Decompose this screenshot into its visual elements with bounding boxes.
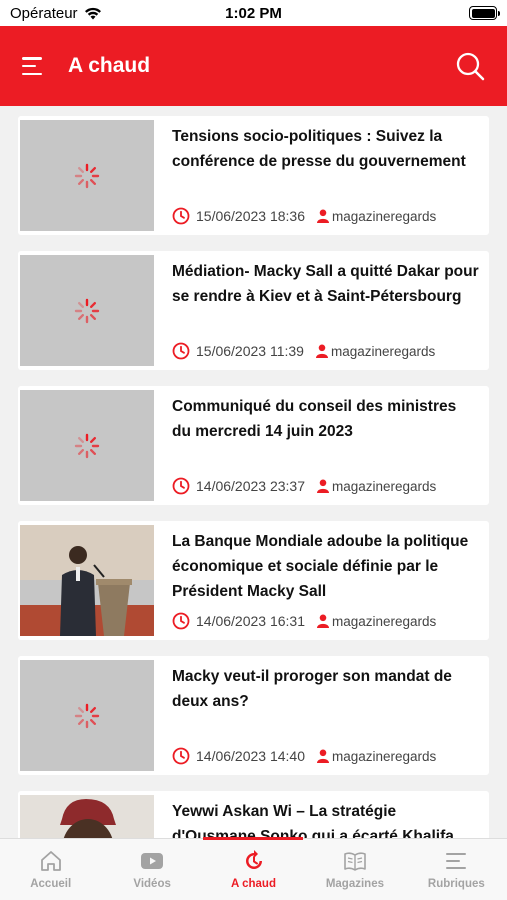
status-bar: Opérateur 1:02 PM	[0, 0, 507, 26]
wifi-icon	[84, 7, 101, 19]
article-card[interactable]: Communiqué du conseil des ministres du m…	[18, 386, 489, 505]
article-thumbnail	[20, 255, 154, 366]
tab-label: Accueil	[30, 878, 72, 890]
bottom-tab-bar: Accueil Vidéos A chaud Magazines Rubriqu…	[0, 837, 507, 900]
search-icon[interactable]	[455, 51, 485, 81]
article-title: Communiqué du conseil des ministres du m…	[172, 398, 457, 440]
clock-icon	[172, 477, 190, 495]
loading-spinner-icon	[74, 433, 100, 458]
article-date: 14/06/2023 14:40	[196, 748, 305, 764]
active-tab-indicator	[203, 837, 303, 840]
clock-icon	[172, 342, 190, 360]
article-photo	[20, 795, 154, 838]
loading-spinner-icon	[74, 703, 100, 728]
tab-label: Vidéos	[133, 878, 171, 890]
article-title: Macky veut-il proroger son mandat de deu…	[172, 668, 452, 710]
article-meta: 15/06/2023 11:39 magazineregards	[172, 342, 479, 360]
loading-spinner-icon	[74, 298, 100, 323]
home-icon	[40, 851, 61, 871]
article-title: La Banque Mondiale adoube la politique é…	[172, 533, 469, 600]
article-author: magazineregards	[332, 613, 437, 629]
article-card[interactable]: Médiation- Macky Sall a quitté Dakar pou…	[18, 251, 489, 370]
carrier-info: Opérateur	[10, 5, 102, 22]
article-meta: 14/06/2023 23:37 magazineregards	[172, 477, 479, 495]
user-icon	[317, 614, 329, 628]
article-date: 15/06/2023 18:36	[196, 208, 305, 224]
loading-spinner-icon	[74, 163, 100, 188]
article-meta: 15/06/2023 18:36 magazineregards	[172, 207, 479, 225]
article-meta: 14/06/2023 16:31 magazineregards	[172, 612, 479, 630]
tab-rubriques[interactable]: Rubriques	[406, 839, 507, 900]
article-card[interactable]: Yewwi Askan Wi – La stratégie d'Ousmane …	[18, 791, 489, 838]
article-title: Médiation- Macky Sall a quitté Dakar pou…	[172, 263, 479, 305]
article-photo	[20, 525, 154, 636]
tab-magazines[interactable]: Magazines	[304, 839, 405, 900]
user-icon	[317, 749, 329, 763]
user-icon	[317, 209, 329, 223]
speaker-photo	[20, 525, 154, 636]
article-card[interactable]: La Banque Mondiale adoube la politique é…	[18, 521, 489, 640]
hot-icon	[245, 850, 262, 869]
magazine-icon	[344, 852, 366, 871]
menu-icon	[446, 853, 467, 869]
tab-label: Magazines	[325, 878, 384, 890]
user-icon	[317, 479, 329, 493]
article-thumbnail	[20, 390, 154, 501]
clock-icon	[172, 612, 190, 630]
article-meta: 14/06/2023 14:40 magazineregards	[172, 747, 479, 765]
article-feed[interactable]: Tensions socio-politiques : Suivez la co…	[0, 106, 507, 838]
article-thumbnail	[20, 120, 154, 231]
article-card[interactable]: Macky veut-il proroger son mandat de deu…	[18, 656, 489, 775]
article-author: magazineregards	[332, 478, 437, 494]
tab-label: Rubriques	[427, 878, 485, 890]
article-author: magazineregards	[332, 208, 437, 224]
video-icon	[141, 853, 164, 869]
clock-icon	[172, 207, 190, 225]
tab-label: A chaud	[231, 878, 276, 890]
article-card[interactable]: Tensions socio-politiques : Suivez la co…	[18, 116, 489, 235]
battery-icon	[469, 6, 500, 20]
article-date: 15/06/2023 11:39	[196, 343, 304, 359]
hamburger-menu-button[interactable]	[22, 54, 46, 78]
carrier-name: Opérateur	[10, 4, 78, 22]
tab-accueil[interactable]: Accueil	[0, 839, 101, 900]
article-thumbnail	[20, 660, 154, 771]
article-author: magazineregards	[332, 748, 437, 764]
page-title: A chaud	[68, 54, 151, 77]
user-icon	[315, 344, 328, 358]
article-date: 14/06/2023 23:37	[196, 478, 305, 494]
article-author: magazineregards	[330, 343, 436, 359]
article-title: Yewwi Askan Wi – La stratégie d'Ousmane …	[172, 803, 454, 838]
app-header: A chaud	[0, 26, 507, 106]
tab-videos[interactable]: Vidéos	[101, 839, 202, 900]
article-date: 14/06/2023 16:31	[196, 613, 305, 629]
clock-icon	[172, 747, 190, 765]
article-title: Tensions socio-politiques : Suivez la co…	[172, 128, 466, 170]
person-photo	[20, 795, 154, 838]
tab-a-chaud[interactable]: A chaud	[203, 839, 304, 900]
